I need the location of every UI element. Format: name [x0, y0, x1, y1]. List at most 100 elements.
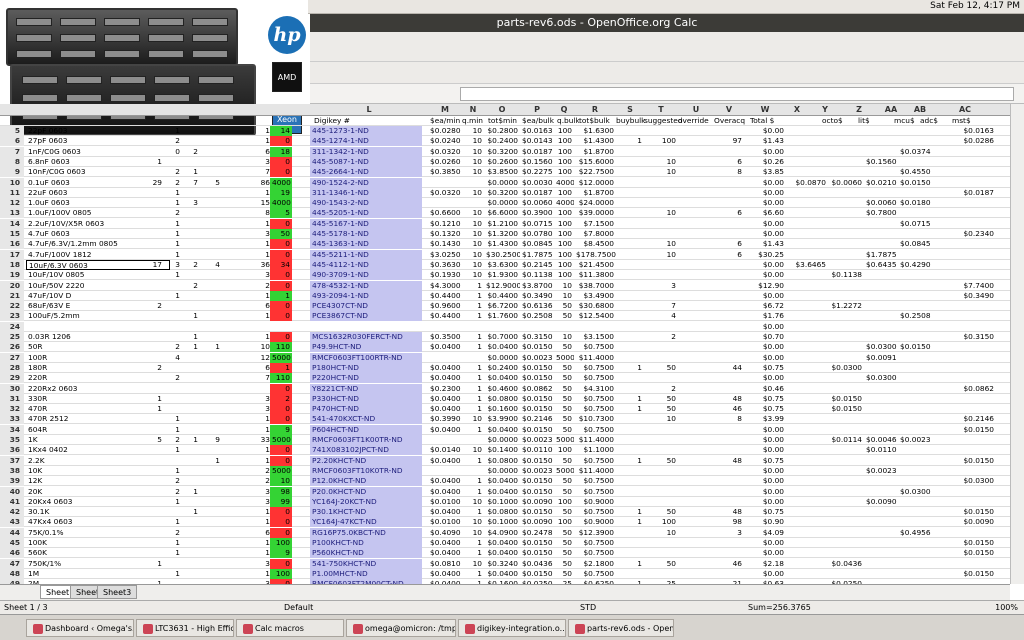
cell-y[interactable]: [828, 353, 864, 363]
cell-w[interactable]: $0.00: [744, 569, 786, 579]
row-number[interactable]: 41: [0, 496, 24, 507]
cell-aa[interactable]: $0.4290: [898, 260, 932, 270]
cell-o[interactable]: $0.4600: [484, 384, 520, 394]
table-row[interactable]: 32 470R 1 3 0 P470HCT-ND $0.0400 1 $0.1600 $0.015…: [0, 404, 1010, 415]
cell-q1[interactable]: 2: [150, 301, 164, 311]
table-row[interactable]: 13 1.0uF/100V 0805 2 8 5 445-5205-1-ND $0.6600…: [0, 208, 1010, 219]
cell-x[interactable]: [786, 497, 828, 507]
cell-m[interactable]: $0.0400: [428, 507, 462, 517]
cell-u[interactable]: [678, 208, 714, 218]
cell-a[interactable]: 1.0uF 0603: [26, 198, 170, 208]
cell-q4[interactable]: [204, 188, 222, 198]
cell-z[interactable]: $0.0060: [864, 198, 898, 208]
cell-u[interactable]: [678, 167, 714, 177]
cell-d[interactable]: P220HCT-ND: [310, 373, 422, 384]
cell-q1[interactable]: [150, 517, 164, 527]
cell-y[interactable]: [828, 548, 864, 558]
cell-o[interactable]: $12.9000: [484, 281, 520, 291]
cell-q1[interactable]: [150, 425, 164, 435]
cell-a[interactable]: [26, 322, 170, 332]
cell-q[interactable]: 10: [554, 281, 574, 291]
row-number[interactable]: 13: [0, 208, 24, 219]
cell-ab[interactable]: [930, 384, 950, 394]
cell-x[interactable]: [786, 147, 828, 157]
row-number[interactable]: 14: [0, 218, 24, 229]
cell-h[interactable]: 7: [252, 167, 272, 177]
cell-z[interactable]: [864, 487, 898, 497]
cell-x[interactable]: [786, 342, 828, 352]
cell-h[interactable]: 3: [252, 404, 272, 414]
table-row[interactable]: 48 1M 1 1 100 P1.00MHCT-ND $0.0400 1 $0.0400 $0.0…: [0, 568, 1010, 579]
cell-u[interactable]: [678, 404, 714, 414]
cell-q1[interactable]: [150, 239, 164, 249]
cell-z[interactable]: [864, 219, 898, 229]
cell-t[interactable]: [644, 466, 678, 476]
cell-u[interactable]: [678, 569, 714, 579]
cell-d[interactable]: PCE4307CT-ND: [310, 301, 422, 312]
cell-v[interactable]: [714, 538, 744, 548]
cell-h[interactable]: 8: [252, 208, 272, 218]
cell-aa[interactable]: [898, 476, 932, 486]
cell-q4[interactable]: [204, 126, 222, 136]
cell-q1[interactable]: [150, 538, 164, 548]
cell-a[interactable]: 10nF/C0G 0603: [26, 167, 170, 177]
cell-w[interactable]: $0.00: [744, 188, 786, 198]
cell-p[interactable]: $0.0150: [520, 548, 554, 558]
cell-y[interactable]: [828, 342, 864, 352]
cell-y[interactable]: [828, 497, 864, 507]
cell-ab[interactable]: [930, 301, 950, 311]
cell-r[interactable]: $39.0000: [574, 208, 616, 218]
cell-q2[interactable]: 1: [168, 425, 182, 435]
cell-x[interactable]: [786, 239, 828, 249]
cell-s[interactable]: [616, 311, 644, 321]
cell-aa[interactable]: [898, 559, 932, 569]
cell-aa[interactable]: [898, 281, 932, 291]
cell-v[interactable]: 6: [714, 250, 744, 260]
cell-m[interactable]: $0.0400: [428, 487, 462, 497]
cell-q2[interactable]: 1: [168, 270, 182, 280]
cell-z[interactable]: $0.0090: [864, 497, 898, 507]
cell-s[interactable]: [616, 342, 644, 352]
cell-h[interactable]: 1: [252, 291, 272, 301]
cell-q2[interactable]: 1: [168, 239, 182, 249]
cell-t[interactable]: [644, 445, 678, 455]
row-number[interactable]: 37: [0, 455, 24, 466]
cell-q[interactable]: 100: [554, 445, 574, 455]
cell-p[interactable]: $0.0023: [520, 435, 554, 445]
row-number[interactable]: 36: [0, 445, 24, 456]
row-number[interactable]: 5: [0, 126, 24, 136]
table-row[interactable]: 7 1nF/C0G 0603 0 2 6 18 311-1342-1-ND $0.0320 10…: [0, 146, 1010, 157]
cell-n2[interactable]: 1: [462, 425, 484, 435]
cell-g[interactable]: 110: [270, 342, 292, 353]
cell-q1[interactable]: [150, 487, 164, 497]
cell-q2[interactable]: 1: [168, 198, 182, 208]
cell-u[interactable]: [678, 322, 714, 332]
cell-t[interactable]: 100: [644, 136, 678, 146]
cell-o[interactable]: $0.0400: [484, 487, 520, 497]
cell-q4[interactable]: [204, 311, 222, 321]
cell-q1[interactable]: [150, 414, 164, 424]
cell-g[interactable]: 0: [270, 239, 292, 250]
cell-p[interactable]: $0.0150: [520, 425, 554, 435]
cell-o[interactable]: $1.9300: [484, 270, 520, 280]
cell-q3[interactable]: 1: [184, 487, 200, 497]
cell-p[interactable]: $0.0030: [520, 178, 554, 188]
cell-x[interactable]: [786, 301, 828, 311]
cell-u[interactable]: [678, 136, 714, 146]
cell-y[interactable]: [828, 384, 864, 394]
cell-o[interactable]: $0.3200: [484, 188, 520, 198]
cell-o[interactable]: $0.7000: [484, 332, 520, 342]
cell-aa[interactable]: $0.4550: [898, 167, 932, 177]
row-number[interactable]: 34: [0, 424, 24, 435]
cell-y[interactable]: [828, 476, 864, 486]
cell-x[interactable]: [786, 425, 828, 435]
cell-y[interactable]: [828, 414, 864, 424]
cell-g[interactable]: 1: [270, 362, 292, 373]
cell-q4[interactable]: [204, 250, 222, 260]
cell-q1[interactable]: [150, 219, 164, 229]
cell-t[interactable]: [644, 198, 678, 208]
cell-a[interactable]: 0.03R 1206: [26, 332, 170, 342]
cell-v[interactable]: [714, 229, 744, 239]
row-number[interactable]: 25: [0, 332, 24, 342]
cell-g[interactable]: 10: [270, 476, 292, 487]
